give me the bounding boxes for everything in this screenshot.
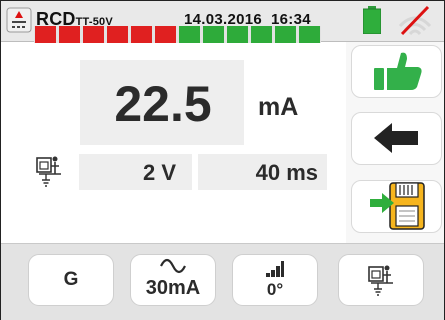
phase-label: 0° (266, 280, 284, 299)
result-ok-button[interactable] (351, 45, 442, 98)
ramp-icon (266, 261, 284, 277)
no-signal-icon (398, 5, 432, 36)
phase-button[interactable]: 0° (232, 254, 318, 306)
level-bar-segment (227, 26, 248, 43)
battery-icon (363, 6, 381, 34)
level-bar-segment (155, 26, 176, 43)
mode-label: G (63, 269, 79, 290)
current-unit: mA (258, 93, 299, 121)
back-button[interactable] (351, 112, 442, 165)
rcd-symbol-icon (6, 7, 32, 33)
level-bar-segment (299, 26, 320, 43)
mode-button[interactable]: G (28, 254, 114, 306)
earth-mode-button[interactable] (338, 254, 424, 306)
level-bar-segment (251, 26, 272, 43)
level-bar-segment (179, 26, 200, 43)
save-button[interactable] (351, 180, 442, 233)
level-bar-segment (275, 26, 296, 43)
earth-socket-icon (36, 156, 61, 187)
thumbs-up-icon (374, 52, 422, 90)
level-bar-segment (131, 26, 152, 43)
level-bar-segment (83, 26, 104, 43)
earth-socket-icon (368, 265, 393, 296)
current-value: 22.5 (114, 76, 212, 132)
ac-sine-icon (160, 258, 186, 274)
trip-time: 40 ms (255, 160, 318, 185)
rated-current-label: 30mA (145, 277, 201, 299)
level-bar-segment (203, 26, 224, 43)
level-bar-segment (107, 26, 128, 43)
level-bar-segment (59, 26, 80, 43)
save-icon (370, 182, 425, 230)
back-arrow-icon (374, 123, 418, 153)
rated-current-button[interactable]: 30mA (130, 254, 216, 306)
level-bar-segment (35, 26, 56, 43)
contact-voltage: 2 V (142, 160, 176, 185)
